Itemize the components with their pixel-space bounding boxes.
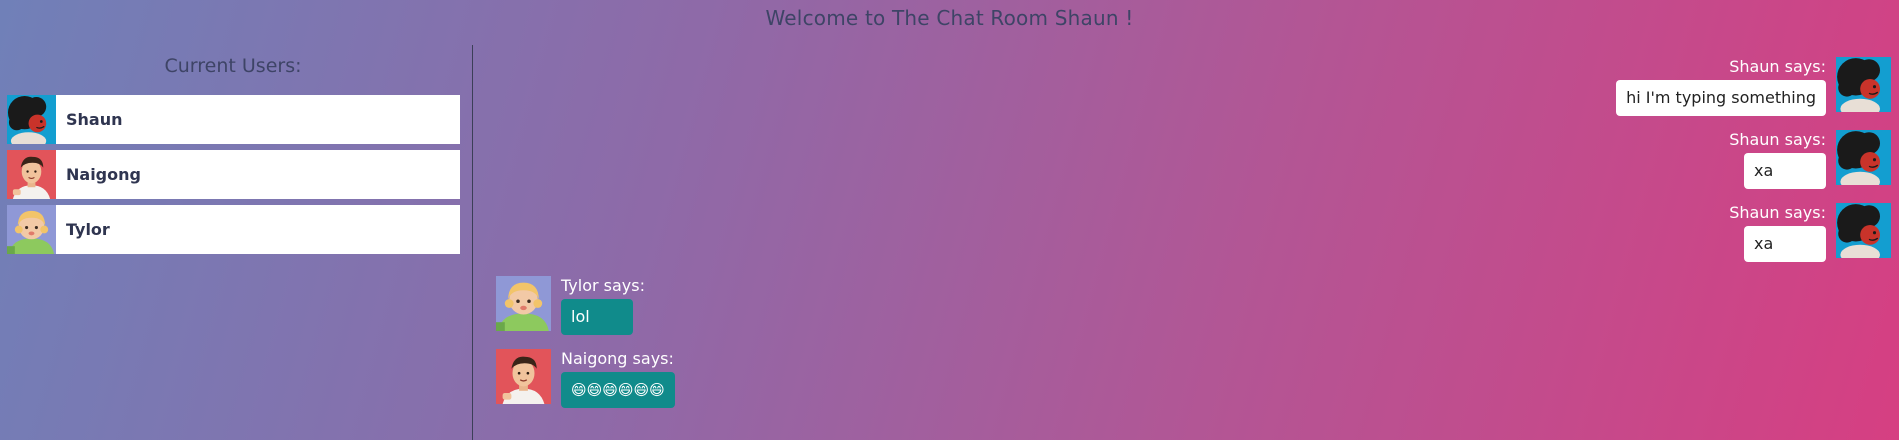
user-list: Shaun Naigong Tylor bbox=[7, 95, 460, 260]
message-sender: Shaun says: bbox=[1729, 203, 1826, 222]
avatar-afro-icon bbox=[7, 95, 56, 144]
page-title: Welcome to The Chat Room Shaun ! bbox=[765, 6, 1134, 30]
user-item-shaun[interactable]: Shaun bbox=[7, 95, 460, 144]
avatar-afro-icon bbox=[1836, 130, 1891, 185]
message-sender: Naigong says: bbox=[561, 349, 674, 368]
message-own: Shaun says: hi I'm typing something bbox=[1616, 57, 1891, 116]
message-sender: Shaun says: bbox=[1729, 57, 1826, 76]
avatar-afro-icon bbox=[1836, 57, 1891, 112]
avatar-afro-icon bbox=[1836, 203, 1891, 258]
users-sidebar: Current Users: Shaun Naigong Tylor bbox=[0, 45, 473, 440]
user-item-naigong[interactable]: Naigong bbox=[7, 150, 460, 199]
message-sender: Tylor says: bbox=[561, 276, 645, 295]
message-text: lol bbox=[561, 299, 633, 335]
message-own: Shaun says: xa bbox=[1729, 130, 1891, 189]
user-name: Naigong bbox=[66, 165, 141, 184]
message-text: 😄😄😄😄😄😄 bbox=[561, 372, 675, 408]
message-sender: Shaun says: bbox=[1729, 130, 1826, 149]
message-text: xa bbox=[1744, 153, 1826, 189]
message-other: Naigong says: 😄😄😄😄😄😄 bbox=[496, 349, 675, 408]
avatar-blonde-icon bbox=[7, 205, 56, 254]
avatar-man-icon bbox=[496, 349, 551, 404]
message-text: xa bbox=[1744, 226, 1826, 262]
avatar-blonde-icon bbox=[496, 276, 551, 331]
avatar-man-icon bbox=[7, 150, 56, 199]
message-text: hi I'm typing something bbox=[1616, 80, 1826, 116]
message-other: Tylor says: lol bbox=[496, 276, 645, 335]
message-own: Shaun says: xa bbox=[1729, 203, 1891, 262]
user-name: Shaun bbox=[66, 110, 123, 129]
user-item-tylor[interactable]: Tylor bbox=[7, 205, 460, 254]
user-name: Tylor bbox=[66, 220, 110, 239]
chat-messages: Shaun says: hi I'm typing something Shau… bbox=[473, 45, 1899, 440]
users-heading: Current Users: bbox=[164, 55, 302, 77]
